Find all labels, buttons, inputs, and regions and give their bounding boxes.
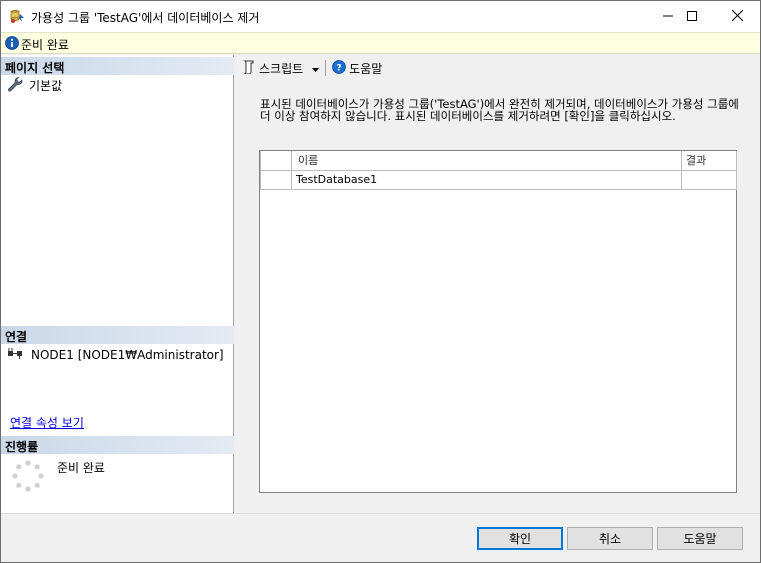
description-text: 표시된 데이터베이스가 가용성 그룹('TestAG')에서 완전히 제거되며,…	[260, 97, 739, 123]
table-cell-result	[681, 169, 737, 190]
progress-header: 진행률	[1, 436, 234, 454]
progress-spinner-icon	[12, 460, 44, 495]
status-text: 준비 완료	[21, 38, 69, 52]
script-icon	[242, 60, 256, 77]
connection-plug-icon	[7, 346, 25, 363]
table-cell-name: TestDatabase1	[291, 169, 682, 190]
help-label: 도움말	[349, 61, 383, 76]
table-header-row: 이름 결과	[260, 151, 737, 171]
progress-text: 준비 완료	[57, 461, 105, 475]
toolbar-separator	[325, 60, 327, 76]
maximize-icon	[686, 10, 697, 24]
page-item-label: 기본값	[29, 78, 63, 93]
window-title: 가용성 그룹 'TestAG'에서 데이터베이스 제거	[31, 11, 260, 25]
column-header-name[interactable]: 이름	[291, 151, 682, 171]
script-button[interactable]: 스크립트	[239, 58, 322, 79]
toolbar: 스크립트 ? 도움말	[235, 55, 760, 81]
cancel-button[interactable]: 취소	[567, 527, 653, 550]
help-toolbar-button[interactable]: ? 도움말	[329, 58, 385, 79]
info-icon	[5, 36, 19, 50]
close-button[interactable]	[715, 1, 760, 32]
svg-text:?: ?	[337, 63, 342, 73]
script-label: 스크립트	[259, 61, 304, 76]
left-pane: 페이지 선택 기본값 연결 NODE1 [NODE1₩Administrator…	[1, 55, 234, 513]
button-bar: 확인 취소 도움말	[1, 513, 760, 562]
ok-button[interactable]: 확인	[477, 527, 563, 550]
column-header-select[interactable]	[260, 151, 292, 171]
table-row[interactable]: TestDatabase1	[260, 169, 737, 190]
sql-database-wizard-icon	[9, 8, 25, 24]
wrench-icon	[7, 76, 23, 95]
status-bar: 준비 완료	[1, 32, 760, 54]
page-item-default[interactable]: 기본값	[7, 76, 62, 94]
dialog-window: 가용성 그룹 'TestAG'에서 데이터베이스 제거 준비 완료 페이지 선택…	[0, 0, 761, 563]
title-bar: 가용성 그룹 'TestAG'에서 데이터베이스 제거	[1, 1, 760, 32]
help-icon: ?	[332, 59, 347, 77]
close-icon	[731, 9, 744, 24]
connection-header: 연결	[1, 326, 234, 344]
column-header-result[interactable]: 결과	[681, 151, 737, 171]
right-pane: 스크립트 ? 도움말 표시된 데이터베이스가 가용성 그룹('TestAG')에…	[235, 55, 760, 513]
maximize-button[interactable]	[669, 1, 714, 32]
chevron-down-icon[interactable]	[312, 61, 320, 75]
view-connection-properties-link[interactable]: 연결 속성 보기	[10, 414, 84, 431]
help-button[interactable]: 도움말	[657, 527, 743, 550]
database-table: 이름 결과 TestDatabase1	[260, 151, 737, 190]
connection-text: NODE1 [NODE1₩Administrator]	[31, 347, 224, 362]
table-cell-select	[260, 169, 292, 190]
database-grid[interactable]: 이름 결과 TestDatabase1	[259, 150, 737, 493]
connection-info: NODE1 [NODE1₩Administrator]	[7, 346, 224, 363]
page-select-header: 페이지 선택	[1, 57, 234, 75]
